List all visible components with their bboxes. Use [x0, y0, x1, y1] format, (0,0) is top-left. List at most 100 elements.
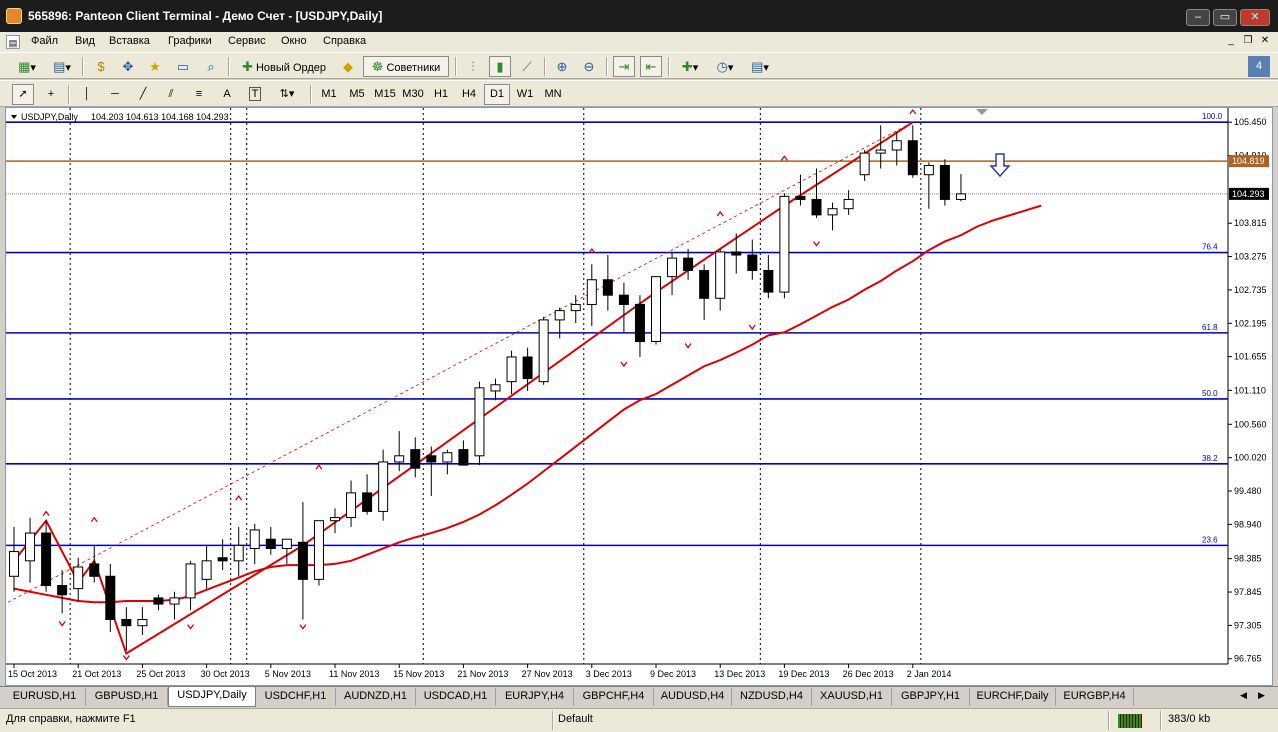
timeframe-h4[interactable]: H4	[456, 84, 482, 105]
fractal-down-arrow	[187, 624, 195, 630]
candle-body	[105, 575, 116, 621]
menu-tools[interactable]: Сервис	[228, 35, 266, 47]
timeframe-m1[interactable]: M1	[316, 84, 342, 105]
chart-window[interactable]: 105.450104.910103.815103.275102.735102.1…	[5, 107, 1273, 686]
menu-insert[interactable]: Вставка	[109, 35, 150, 47]
menu-help[interactable]: Справка	[323, 35, 366, 47]
candle-body	[795, 195, 806, 200]
candle-body	[554, 310, 565, 321]
mdi-restore-icon[interactable]: ❐	[1241, 34, 1255, 48]
auto-scroll-icon[interactable]: ⇥	[613, 56, 635, 77]
fibonacci-icon[interactable]: ≡	[188, 84, 210, 105]
menu-charts[interactable]: Графики	[168, 35, 212, 47]
periods-icon[interactable]: ◷▾	[710, 56, 740, 77]
candle-body	[410, 449, 421, 469]
x-tick-label: 27 Nov 2013	[522, 669, 573, 679]
fractal-down-arrow	[299, 624, 307, 630]
text-label-icon[interactable]: T	[244, 84, 266, 105]
fibo-level-label: 100.0	[1202, 112, 1223, 121]
candle-body	[506, 356, 517, 383]
candle-body	[923, 164, 934, 176]
menu-file[interactable]: Файл	[31, 35, 58, 47]
chart-tab-eurgbp-h4[interactable]: EURGBP,H4	[1056, 688, 1134, 706]
timeframe-d1[interactable]: D1	[484, 84, 510, 105]
document-icon[interactable]: ▤	[6, 35, 20, 49]
timeframe-m30[interactable]: M30	[400, 84, 426, 105]
candle-body	[362, 492, 373, 512]
candle-body	[313, 520, 324, 580]
timeframe-mn[interactable]: MN	[540, 84, 566, 105]
candle-body	[394, 455, 405, 463]
chart-tab-gbpchf-h4[interactable]: GBPCHF,H4	[574, 688, 654, 706]
templates-icon[interactable]: ▤▾	[745, 56, 775, 77]
profiles-icon[interactable]: ▤▾	[47, 56, 77, 77]
candle-body	[426, 455, 437, 463]
minimize-button[interactable]: –	[1186, 9, 1210, 26]
line-chart-icon[interactable]: ⟋	[516, 56, 538, 77]
maximize-button[interactable]: ▭	[1213, 9, 1237, 26]
text-tool-icon[interactable]: A	[216, 84, 238, 105]
chart-tab-eurchf-daily[interactable]: EURCHF,Daily	[970, 688, 1056, 706]
y-tick-label: 99.480	[1234, 486, 1262, 496]
vertical-line-icon[interactable]: │	[76, 84, 98, 105]
new-chart-icon[interactable]: ▦▾	[12, 56, 42, 77]
terminal-icon[interactable]: ▭	[172, 56, 194, 77]
menu-window[interactable]: Окно	[281, 35, 307, 47]
chart-tab-eurusd-h1[interactable]: EURUSD,H1	[4, 688, 86, 706]
arrows-icon[interactable]: ⇅▾	[272, 84, 302, 105]
strategy-tester-icon[interactable]: ⌕	[200, 56, 222, 77]
x-tick-label: 5 Nov 2013	[265, 669, 311, 679]
chart-tab-xauusd-h1[interactable]: XAUUSD,H1	[812, 688, 892, 706]
message-icon[interactable]: 4	[1248, 56, 1270, 77]
navigator-icon[interactable]: ★	[144, 56, 166, 77]
expert-advisors-button[interactable]: ☸ Советники	[363, 56, 449, 77]
zoom-out-icon[interactable]: ⊖	[578, 56, 600, 77]
tab-scroll-right-icon[interactable]: ▶	[1258, 690, 1265, 701]
alert-icon[interactable]: ◆	[337, 56, 359, 77]
close-button[interactable]: ✕	[1240, 9, 1270, 26]
chart-tab-audnzd-h1[interactable]: AUDNZD,H1	[336, 688, 416, 706]
fibo-level-label: 38.2	[1202, 454, 1218, 463]
traffic-counter: 383/0 kb	[1168, 713, 1211, 725]
cursor-icon[interactable]: ➚	[12, 84, 34, 105]
candlestick-icon[interactable]: ▮	[489, 56, 511, 77]
market-watch-icon[interactable]: $	[90, 56, 112, 77]
price-chart[interactable]: 105.450104.910103.815103.275102.735102.1…	[6, 108, 1272, 685]
bar-chart-icon[interactable]: ⫶	[462, 56, 484, 77]
chart-tab-gbpusd-h1[interactable]: GBPUSD,H1	[86, 688, 168, 706]
candle-body	[346, 492, 357, 519]
data-window-icon[interactable]: ✥	[117, 56, 139, 77]
menu-view[interactable]: Вид	[75, 35, 95, 47]
mdi-close-icon[interactable]: ✕	[1258, 34, 1272, 48]
chart-tab-eurjpy-h4[interactable]: EURJPY,H4	[496, 688, 574, 706]
fractal-down-arrow	[684, 343, 692, 349]
indicators-icon[interactable]: ✚▾	[675, 56, 705, 77]
chart-tab-nzdusd-h4[interactable]: NZDUSD,H4	[732, 688, 812, 706]
timeframe-w1[interactable]: W1	[512, 84, 538, 105]
trendline-icon[interactable]: ╱	[132, 84, 154, 105]
chart-shift-icon[interactable]: ⇤	[640, 56, 662, 77]
chart-tab-audusd-h4[interactable]: AUDUSD,H4	[654, 688, 732, 706]
fractal-down-arrow	[748, 324, 756, 331]
new-order-button[interactable]: ✚ Новый Ордер	[235, 56, 333, 77]
chart-tab-usdjpy-daily[interactable]: USDJPY,Daily	[168, 687, 256, 707]
chart-tab-usdcad-h1[interactable]: USDCAD,H1	[416, 688, 496, 706]
equidistant-channel-icon[interactable]: ⫽	[160, 84, 182, 105]
tab-scroll-left-icon[interactable]: ◀	[1240, 690, 1247, 701]
zoom-in-icon[interactable]: ⊕	[551, 56, 573, 77]
timeframe-m5[interactable]: M5	[344, 84, 370, 105]
candle-body	[715, 251, 726, 299]
candle-body	[378, 461, 389, 512]
help-hint: Для справки, нажмите F1	[6, 713, 136, 725]
crosshair-icon[interactable]: +	[40, 84, 62, 105]
candle-body	[9, 551, 19, 577]
chart-tab-usdchf-h1[interactable]: USDCHF,H1	[256, 688, 336, 706]
timeframe-h1[interactable]: H1	[428, 84, 454, 105]
chart-tab-gbpjpy-h1[interactable]: GBPJPY,H1	[892, 688, 970, 706]
timeframe-m15[interactable]: M15	[372, 84, 398, 105]
x-tick-label: 9 Dec 2013	[650, 669, 696, 679]
y-tick-label: 100.560	[1234, 419, 1267, 429]
horizontal-line-icon[interactable]: ─	[104, 84, 126, 105]
y-tick-label: 102.735	[1234, 285, 1267, 295]
mdi-minimize-icon[interactable]: _	[1224, 34, 1238, 48]
